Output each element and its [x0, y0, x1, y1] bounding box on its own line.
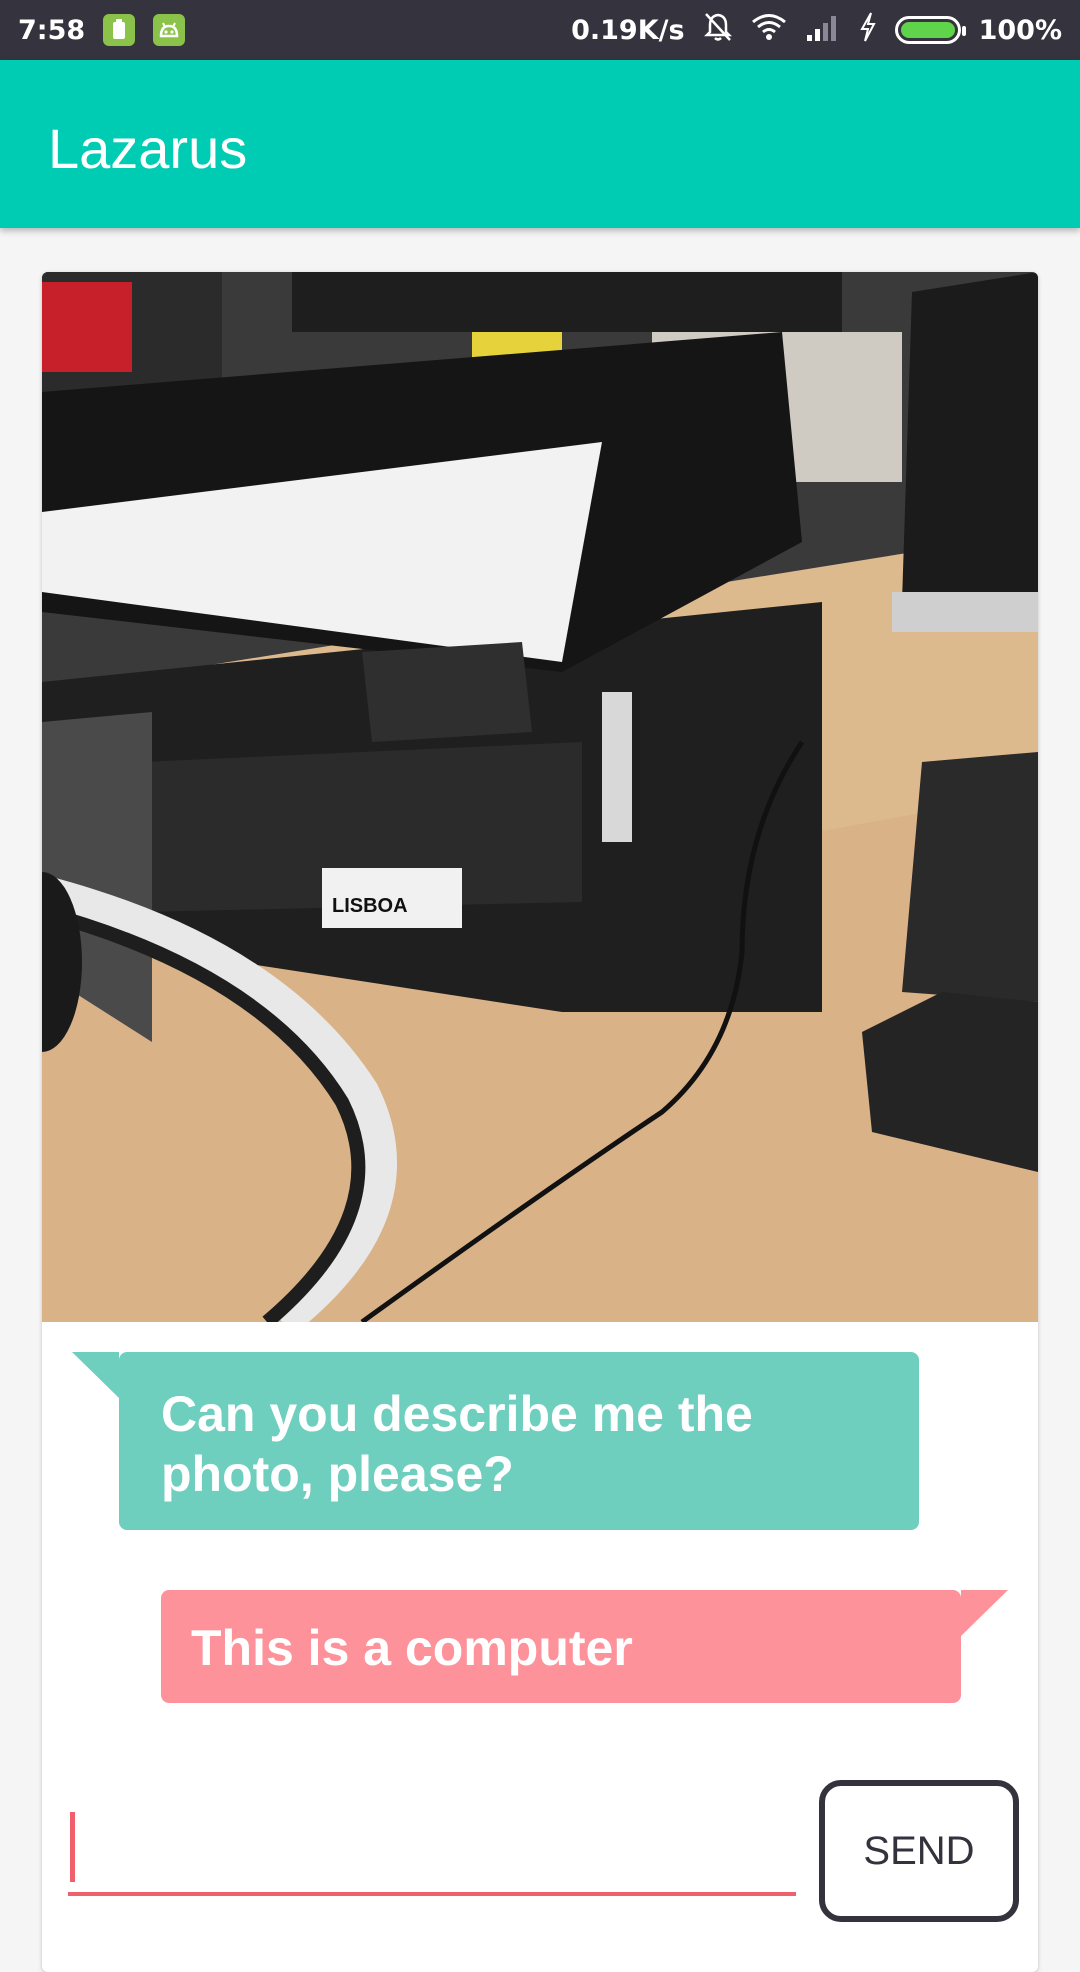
question-bubble: Can you describe me the photo, please? — [119, 1352, 919, 1530]
network-speed: 0.19K/s — [571, 14, 685, 46]
photo-label-text: LISBOA — [332, 895, 408, 917]
status-left: 7:58 — [18, 14, 186, 46]
charging-icon — [859, 12, 877, 49]
chat-card: LISBOA Can you describe me the photo, pl… — [42, 272, 1038, 1972]
answer-bubble: This is a computer — [161, 1590, 961, 1703]
signal-icon — [805, 13, 841, 48]
app-title: Lazarus — [48, 117, 248, 180]
mute-notification-icon — [703, 11, 733, 50]
battery-level-fill — [900, 22, 955, 38]
answer-bubble-tail — [961, 1590, 1008, 1636]
text-cursor — [70, 1812, 75, 1882]
status-right: 0.19K/s 100% — [571, 11, 1062, 50]
message-input[interactable] — [68, 1802, 796, 1896]
status-bar: 7:58 0.19K/s 100% — [0, 0, 1080, 60]
battery-saver-icon — [103, 14, 136, 46]
app-bar: Lazarus — [0, 60, 1080, 228]
question-bubble-tail — [72, 1352, 119, 1398]
battery-icon — [894, 16, 966, 44]
android-icon — [153, 14, 186, 46]
status-time: 7:58 — [18, 14, 86, 46]
answer-text: This is a computer — [191, 1620, 633, 1676]
question-text: Can you describe me the photo, please? — [161, 1386, 753, 1502]
uploaded-photo: LISBOA — [42, 272, 1038, 1322]
send-button[interactable]: SEND — [819, 1780, 1019, 1922]
wifi-icon — [751, 13, 787, 48]
battery-percent: 100% — [978, 14, 1062, 46]
